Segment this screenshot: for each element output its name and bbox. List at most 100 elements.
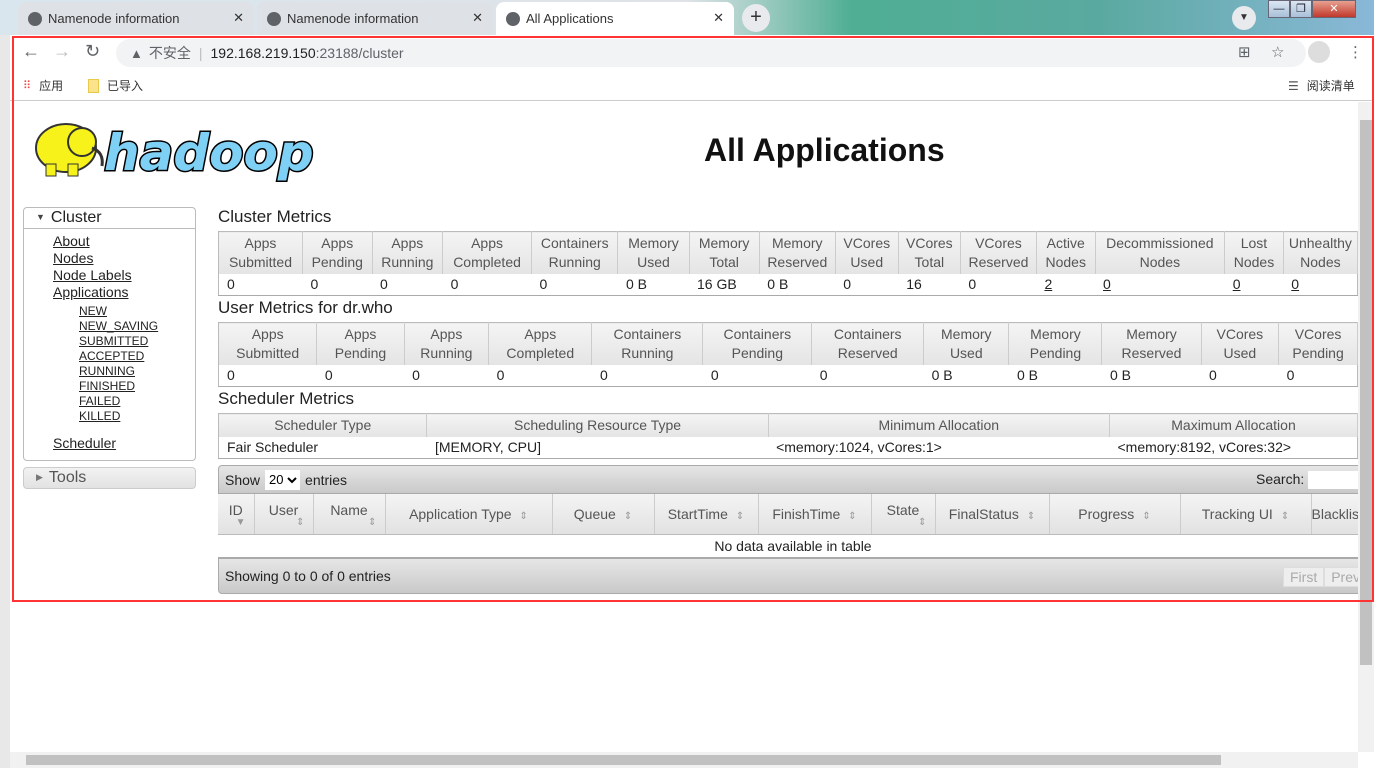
metric-link[interactable]: 0 bbox=[1103, 276, 1111, 292]
back-icon[interactable]: ← bbox=[22, 41, 40, 62]
sort-icon: ⇕ bbox=[848, 510, 857, 522]
minimize-button[interactable]: — bbox=[1268, 0, 1290, 18]
header-text: Running bbox=[381, 254, 434, 270]
header-text: Blacklisted Nodes bbox=[1311, 505, 1359, 522]
close-tab-icon[interactable]: ✕ bbox=[472, 10, 483, 26]
header-text: Running bbox=[548, 254, 601, 270]
tools-toggle[interactable]: ▶ Tools bbox=[23, 467, 196, 489]
close-tab-icon[interactable]: ✕ bbox=[713, 10, 724, 26]
header-text: Used bbox=[850, 254, 884, 270]
header-text: Progress bbox=[1078, 505, 1135, 522]
page-title: All Applications bbox=[704, 132, 945, 168]
header-text: Apps bbox=[251, 326, 284, 342]
column-header-sort[interactable]: FinishTime ⇕ bbox=[758, 494, 872, 535]
header-text: VCores bbox=[1216, 326, 1264, 342]
reading-list[interactable]: ☰ 阅读清单 bbox=[1288, 77, 1355, 94]
vertical-scrollbar[interactable] bbox=[1358, 102, 1374, 752]
metric-cell: 0 bbox=[488, 365, 592, 387]
header-text: Reserved bbox=[1121, 345, 1182, 361]
header-text: Apps bbox=[391, 235, 424, 251]
column-header-sort[interactable]: Progress ⇕ bbox=[1049, 494, 1181, 535]
horizontal-scrollbar[interactable] bbox=[10, 752, 1358, 768]
column-header: VCores Used bbox=[835, 231, 899, 274]
column-header-sort[interactable]: Blacklisted Nodes bbox=[1311, 494, 1359, 535]
table-row: Fair Scheduler [MEMORY, CPU] <memory:1024,… bbox=[218, 437, 1358, 459]
close-tab-icon[interactable]: ✕ bbox=[233, 10, 244, 26]
column-header: Apps Running bbox=[404, 322, 490, 365]
entries-label: entries bbox=[305, 471, 348, 488]
nav-state-failed[interactable]: FAILED bbox=[79, 394, 195, 409]
translate-icon[interactable]: ⊞ bbox=[1238, 43, 1251, 61]
reload-icon[interactable]: ↻ bbox=[85, 41, 100, 62]
column-header-sort[interactable]: Tracking UI ⇕ bbox=[1180, 494, 1312, 535]
main-content: Cluster Metrics Apps Submitted Apps Pending… bbox=[218, 206, 1358, 594]
header-text: VCores bbox=[906, 235, 953, 251]
close-window-button[interactable]: ✕ bbox=[1312, 0, 1356, 18]
column-header-sort[interactable]: FinalStatus ⇕ bbox=[935, 494, 1050, 535]
security-label[interactable]: 不安全 bbox=[149, 43, 191, 63]
tab-namenode-1[interactable]: Namenode information ✕ bbox=[18, 2, 254, 35]
column-header-sort[interactable]: Name ⇕ bbox=[313, 494, 386, 535]
new-tab-button[interactable]: + bbox=[742, 4, 770, 32]
column-header-sort[interactable]: Queue ⇕ bbox=[552, 494, 655, 535]
nav-nodes[interactable]: Nodes bbox=[53, 250, 195, 267]
user-metrics-table: Apps Submitted Apps Pending Apps Running Apps C… bbox=[218, 322, 1358, 387]
scroll-thumb[interactable] bbox=[26, 755, 1221, 765]
nav-state-new[interactable]: NEW bbox=[79, 304, 195, 319]
header-text: Containers bbox=[540, 235, 609, 251]
tab-namenode-2[interactable]: Namenode information ✕ bbox=[257, 2, 493, 35]
metric-cell: 0 B bbox=[1101, 365, 1202, 387]
metric-cell: 0 bbox=[302, 274, 373, 296]
nav-scheduler[interactable]: Scheduler bbox=[53, 435, 195, 452]
nav-about[interactable]: About bbox=[53, 233, 195, 250]
header-text: Running bbox=[420, 345, 473, 361]
column-header: Apps Completed bbox=[442, 231, 532, 274]
column-header: Apps Completed bbox=[488, 322, 593, 365]
nav-node-labels[interactable]: Node Labels bbox=[53, 267, 195, 284]
first-page-button[interactable]: First bbox=[1283, 566, 1325, 587]
column-header-sort[interactable]: User ⇕ bbox=[254, 494, 314, 535]
forward-icon[interactable]: → bbox=[53, 41, 71, 62]
column-header: Apps Pending bbox=[316, 322, 405, 365]
star-icon[interactable]: ☆ bbox=[1271, 43, 1284, 61]
metric-cell: 0 bbox=[1201, 365, 1279, 387]
header-text: ID bbox=[228, 501, 243, 518]
metric-link[interactable]: 0 bbox=[1233, 276, 1241, 292]
header-text: Submitted bbox=[228, 254, 292, 270]
nav-state-finished[interactable]: FINISHED bbox=[79, 379, 195, 394]
previous-page-button[interactable]: Previous bbox=[1324, 566, 1358, 587]
profile-avatar[interactable] bbox=[1308, 41, 1330, 63]
column-header-sort[interactable]: Application Type ⇕ bbox=[385, 494, 553, 535]
metric-link[interactable]: 0 bbox=[1291, 276, 1299, 292]
tab-search-button[interactable]: ▼ bbox=[1232, 6, 1256, 30]
tab-all-applications[interactable]: All Applications ✕ bbox=[496, 2, 734, 35]
column-header-sort[interactable]: ID ▼ bbox=[218, 494, 255, 535]
menu-icon[interactable]: ⋮ bbox=[1348, 43, 1363, 61]
header-text: Memory bbox=[1030, 326, 1081, 342]
header-text: Completed bbox=[506, 345, 575, 361]
metric-cell: [MEMORY, CPU] bbox=[426, 437, 769, 459]
restore-button[interactable]: ❐ bbox=[1290, 0, 1312, 18]
nav-state-new-saving[interactable]: NEW_SAVING bbox=[79, 319, 195, 334]
metric-cell: 0 bbox=[1224, 274, 1284, 296]
nav-state-running[interactable]: RUNNING bbox=[79, 364, 195, 379]
nav-state-killed[interactable]: KILLED bbox=[79, 409, 195, 424]
metric-link[interactable]: 2 bbox=[1044, 276, 1052, 292]
cluster-toggle[interactable]: ▼ Cluster bbox=[24, 208, 195, 229]
nav-state-submitted[interactable]: SUBMITTED bbox=[79, 334, 195, 349]
page-size-select[interactable]: 20 bbox=[265, 469, 301, 490]
search-label: Search: bbox=[1256, 471, 1305, 487]
header-text: Pending bbox=[311, 254, 363, 270]
header-text: FinalStatus bbox=[948, 505, 1019, 522]
bookmark-imported[interactable]: 已导入 bbox=[88, 77, 143, 94]
column-header-sort[interactable]: State ⇕ bbox=[871, 494, 936, 535]
address-bar[interactable]: ▲ 不安全 | 192.168.219.150:23188/cluster bbox=[116, 39, 1306, 67]
nav-state-accepted[interactable]: ACCEPTED bbox=[79, 349, 195, 364]
search-input[interactable] bbox=[1308, 471, 1358, 489]
browser-toolbar: ← → ↻ ▲ 不安全 | 192.168.219.150:23188/clus… bbox=[10, 35, 1374, 69]
bookmark-apps[interactable]: ⠿ 应用 bbox=[23, 77, 63, 94]
nav-applications[interactable]: Applications bbox=[53, 284, 195, 301]
scroll-thumb[interactable] bbox=[1360, 120, 1372, 665]
header-text: Pending bbox=[1029, 345, 1082, 361]
column-header-sort[interactable]: StartTime ⇕ bbox=[654, 494, 759, 535]
